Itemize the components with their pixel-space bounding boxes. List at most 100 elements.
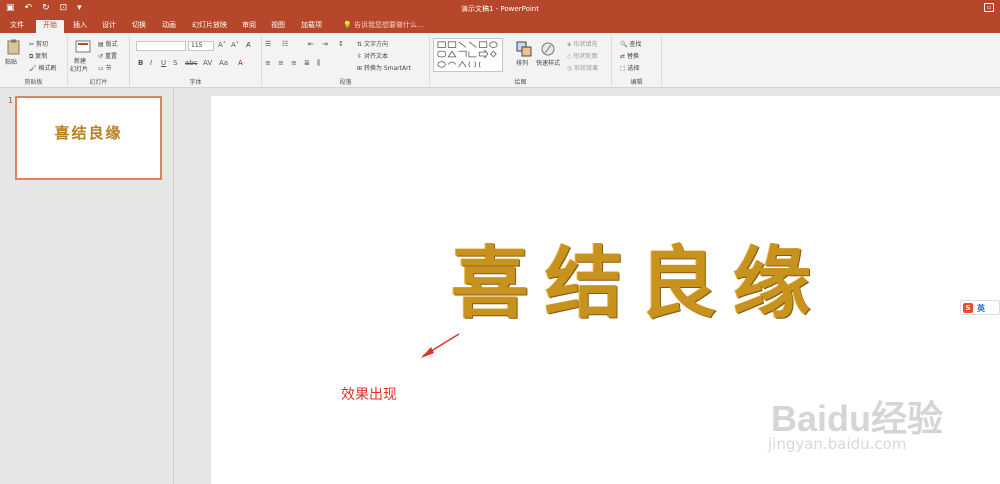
justify-icon[interactable]: ≣ [304, 59, 310, 67]
slide-canvas[interactable]: 喜结良缘 效果出现 Baidu经验 jingyan.baidu.com [211, 96, 1000, 484]
ime-language[interactable]: 英 [977, 303, 985, 314]
new-slide-label-2[interactable]: 幻灯片 [70, 64, 88, 73]
arrange-label[interactable]: 排列 [516, 58, 528, 67]
find-button[interactable]: 🔍 查找 [620, 39, 641, 48]
font-color-icon[interactable]: A [238, 59, 243, 67]
copy-label: 复制 [35, 53, 48, 60]
tab-addins[interactable]: 加载项 [294, 20, 329, 33]
ribbon-display-options-icon[interactable]: ▫ [984, 3, 994, 12]
quick-styles-label[interactable]: 快速样式 [536, 58, 560, 67]
char-spacing-icon[interactable]: AV [203, 59, 212, 67]
clear-formatting-icon[interactable]: A̸ [246, 41, 251, 49]
decrease-indent-icon[interactable]: ⇤ [308, 40, 314, 48]
title-bar: ▣ ↶ ↻ ⊡ ▾ 演示文稿1 - PowerPoint ▫ [0, 0, 1000, 18]
tab-slideshow[interactable]: 幻灯片放映 [185, 20, 234, 33]
align-text-button[interactable]: ⇳ 对齐文本 [357, 51, 388, 60]
editing-group-label: 编辑 [630, 79, 643, 86]
clipboard-group-label: 剪贴板 [24, 79, 43, 86]
ribbon-tab-bar: 文件 开始 插入 设计 切换 动画 幻灯片放映 审阅 视图 加载项 💡 告诉我您… [0, 18, 1000, 33]
reset-button[interactable]: ↺ 重置 [98, 51, 117, 60]
sogou-logo-icon: S [963, 303, 973, 313]
group-drawing: 排列 快速样式 ◈ 形状填充 ◇ 形状轮廓 ◎ 形状效果 绘图 [430, 35, 612, 86]
replace-button[interactable]: ⇄ 替换 [620, 51, 639, 60]
font-name-input[interactable] [136, 41, 186, 51]
tab-review[interactable]: 审阅 [235, 20, 263, 33]
tab-transitions[interactable]: 切换 [125, 20, 153, 33]
shape-effects-label: 形状效果 [574, 65, 599, 72]
columns-icon[interactable]: ⫼ [317, 59, 320, 68]
tab-design[interactable]: 设计 [95, 20, 123, 33]
tab-file[interactable]: 文件 [3, 20, 31, 33]
cut-label: 剪切 [35, 41, 48, 48]
cut-button[interactable]: ✂ 剪切 [29, 39, 48, 48]
replace-label: 替换 [626, 53, 639, 60]
smartart-label: 转换为 SmartArt [363, 65, 411, 72]
paragraph-group-label: 段落 [339, 79, 352, 86]
bold-icon[interactable]: B [138, 59, 143, 67]
section-button[interactable]: ▭ 节 [98, 63, 112, 72]
arrange-icon[interactable] [516, 41, 532, 57]
increase-indent-icon[interactable]: ⇥ [322, 40, 328, 48]
format-painter-button[interactable]: 🖌 格式刷 [29, 63, 57, 72]
slide-number: 1 [8, 96, 14, 105]
layout-label: 版式 [105, 41, 118, 48]
shape-effects-button[interactable]: ◎ 形状效果 [567, 63, 598, 72]
window-title: 演示文稿1 - PowerPoint [461, 5, 539, 13]
smartart-button[interactable]: ⊞ 转换为 SmartArt [357, 63, 411, 72]
quick-styles-icon[interactable] [540, 41, 556, 57]
tab-insert[interactable]: 插入 [66, 20, 94, 33]
slide-thumbnail[interactable]: 喜结良缘 [15, 96, 162, 180]
change-case-icon[interactable]: Aa [219, 59, 228, 67]
strikethrough-icon[interactable]: abc [185, 59, 198, 67]
find-label: 查找 [629, 41, 642, 48]
shadow-icon[interactable]: S [173, 59, 177, 67]
watermark-url: jingyan.baidu.com [768, 435, 907, 453]
reset-label: 重置 [104, 53, 117, 60]
tell-me-search[interactable]: 💡 告诉我您想要做什么... [336, 20, 431, 33]
ribbon: 粘贴 ✂ 剪切 ⧉ 复制 🖌 格式刷 剪贴板 新建 幻灯片 ▤ 版式 ↺ 重置 … [0, 33, 1000, 88]
shrink-font-icon[interactable]: A˅ [231, 41, 239, 49]
bullets-icon[interactable]: ☰ [265, 40, 271, 48]
tab-view[interactable]: 视图 [264, 20, 292, 33]
paste-label[interactable]: 粘贴 [5, 57, 17, 66]
copy-button[interactable]: ⧉ 复制 [29, 51, 47, 61]
align-right-icon[interactable]: ≡ [291, 59, 297, 67]
shapes-gallery[interactable] [433, 38, 503, 72]
group-slides: 新建 幻灯片 ▤ 版式 ↺ 重置 ▭ 节 幻灯片 [68, 35, 130, 86]
group-paragraph: ☰ ☷ ⇤ ⇥ ↕ ≡ ≡ ≡ ≣ ⫼ ⇅ 文字方向 ⇳ 对齐文本 ⊞ 转换为 … [262, 35, 430, 86]
select-label: 选择 [627, 65, 640, 72]
underline-icon[interactable]: U [161, 59, 166, 67]
group-font: 115 A˄ A˅ A̸ B I U S abc AV Aa A 字体 [130, 35, 262, 86]
tab-home[interactable]: 开始 [36, 20, 64, 33]
new-slide-icon[interactable] [75, 39, 91, 55]
annotation-text: 效果出现 [341, 387, 397, 403]
tell-me-text: 告诉我您想要做什么... [353, 21, 424, 29]
format-painter-label: 格式刷 [38, 65, 57, 72]
text-direction-button[interactable]: ⇅ 文字方向 [357, 39, 388, 48]
thumbnail-title: 喜结良缘 [54, 124, 123, 142]
slides-group-label: 幻灯片 [89, 79, 108, 86]
line-spacing-icon[interactable]: ↕ [338, 40, 344, 48]
text-direction-label: 文字方向 [363, 41, 388, 48]
italic-icon[interactable]: I [150, 59, 152, 67]
numbering-icon[interactable]: ☷ [282, 40, 288, 48]
group-editing: 🔍 查找 ⇄ 替换 ⬚ 选择 编辑 [612, 35, 662, 86]
shape-fill-button[interactable]: ◈ 形状填充 [567, 39, 598, 48]
layout-button[interactable]: ▤ 版式 [98, 39, 118, 48]
grow-font-icon[interactable]: A˄ [218, 41, 226, 49]
align-text-label: 对齐文本 [363, 53, 388, 60]
drawing-group-label: 绘图 [514, 79, 527, 86]
ime-toolbar[interactable]: S 英 [960, 300, 1000, 315]
font-size-input[interactable]: 115 [188, 41, 214, 51]
shape-outline-button[interactable]: ◇ 形状轮廓 [567, 51, 598, 60]
group-clipboard: 粘贴 ✂ 剪切 ⧉ 复制 🖌 格式刷 剪贴板 [0, 35, 68, 86]
shape-outline-label: 形状轮廓 [573, 53, 598, 60]
tab-animations[interactable]: 动画 [155, 20, 183, 33]
section-label: 节 [105, 65, 112, 72]
baidu-watermark: Baidu经验 jingyan.baidu.com [761, 380, 961, 460]
paste-icon[interactable] [6, 39, 22, 55]
align-left-icon[interactable]: ≡ [265, 59, 271, 67]
align-center-icon[interactable]: ≡ [278, 59, 284, 67]
slide-title-text[interactable]: 喜结良缘 [451, 221, 827, 333]
select-button[interactable]: ⬚ 选择 [620, 63, 640, 72]
